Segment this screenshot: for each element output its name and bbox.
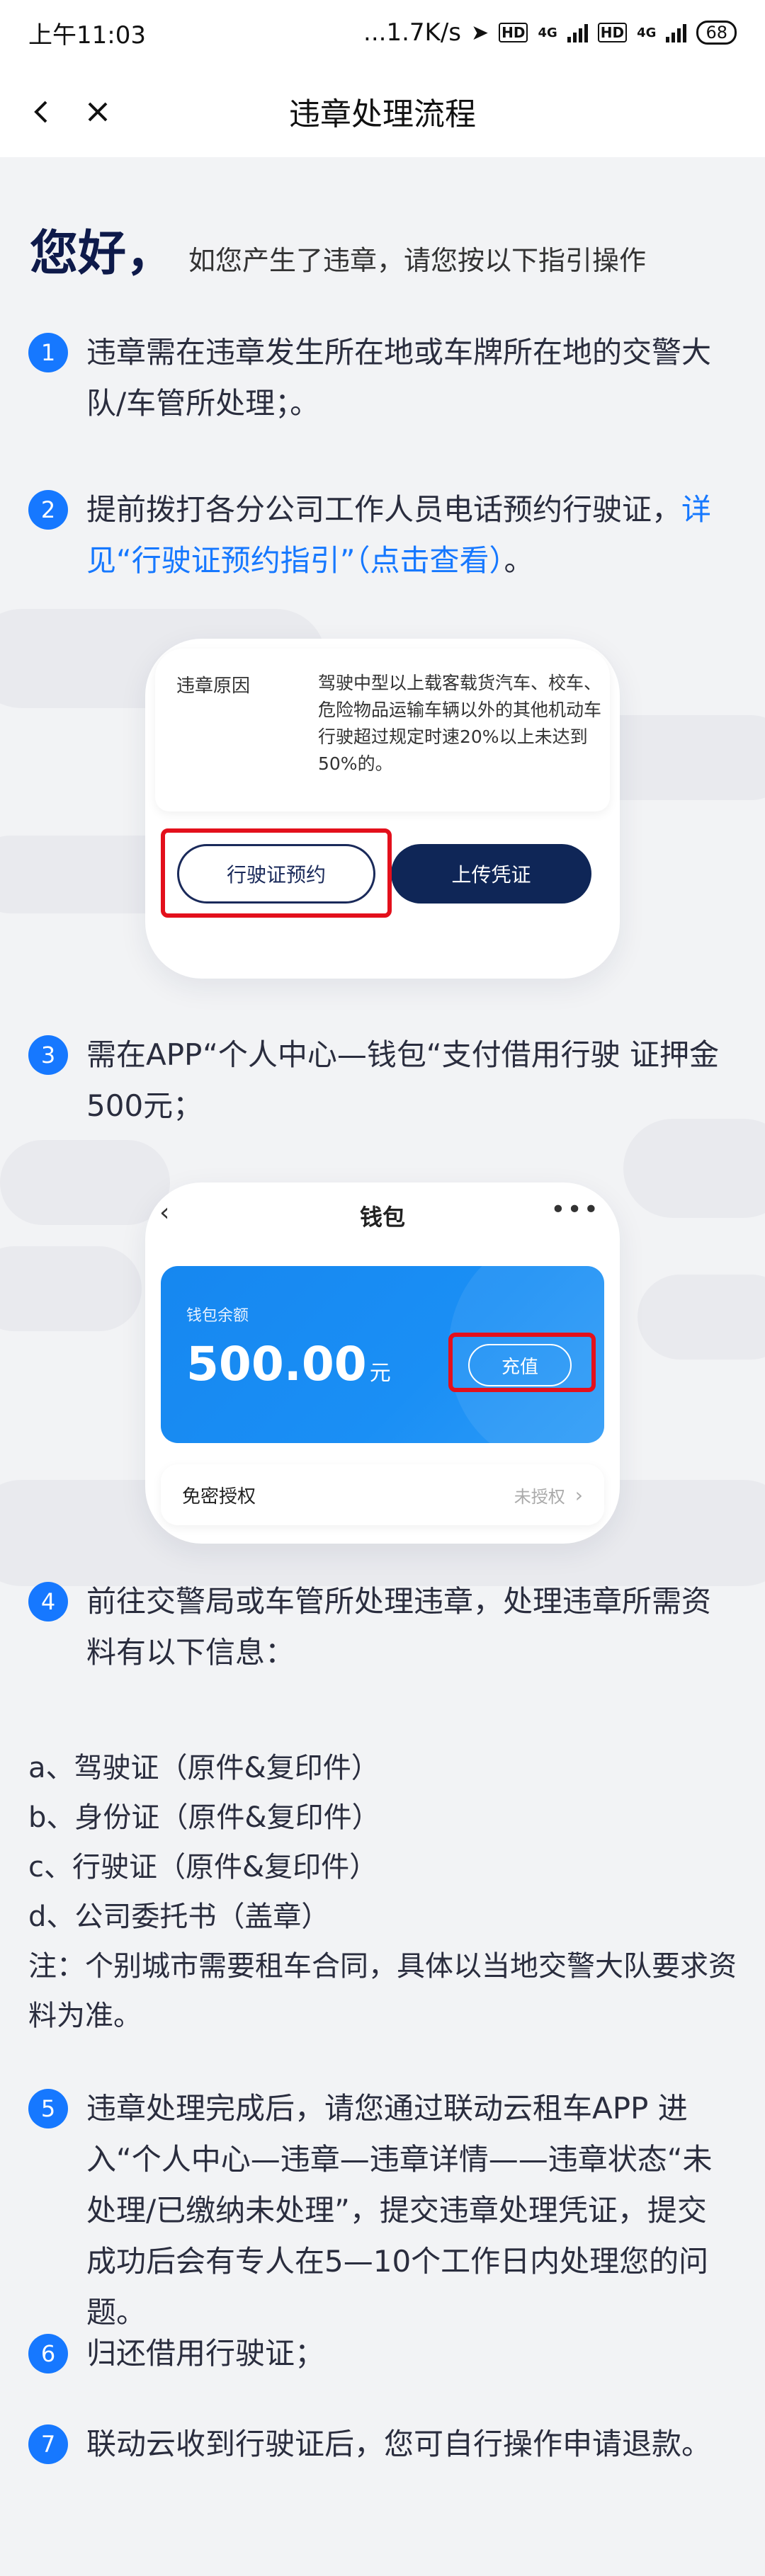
- back-icon[interactable]: [20, 91, 62, 133]
- step-number-badge: 5: [28, 2089, 68, 2128]
- signal-icon: [567, 23, 588, 42]
- hd-badge: HD: [499, 23, 528, 42]
- background-band: [0, 1140, 170, 1225]
- background-band: [623, 1119, 765, 1218]
- step-2-tail: 。: [504, 543, 534, 578]
- greeting: 您好， 如您产生了违章，请您按以下指引操作: [30, 214, 646, 284]
- step-number-badge: 3: [28, 1035, 68, 1075]
- step-number-badge: 6: [28, 2334, 68, 2373]
- background-band: [0, 1246, 142, 1331]
- step-5: 5 违章处理完成后，请您通过联动云租车APP 进入“个人中心—违章—违章详情——…: [28, 2083, 737, 2338]
- wallet-amount-unit: 元: [369, 1361, 391, 1386]
- step-number-badge: 1: [28, 333, 68, 372]
- step-text: 前往交警局或车管所处理违章，处理违章所需资料有以下信息：: [86, 1584, 712, 1670]
- step-number-badge: 7: [28, 2424, 68, 2464]
- more-icon: •••: [550, 1195, 600, 1224]
- password-free-auth-label: 免密授权: [182, 1486, 256, 1508]
- status-time: 上午11:03: [28, 21, 146, 50]
- password-free-auth-row[interactable]: 免密授权 未授权 ›: [161, 1464, 604, 1525]
- step-7: 7 联动云收到行驶证后，您可自行操作申请退款。: [28, 2419, 737, 2470]
- material-item: c、行驶证（原件&复印件）: [28, 1851, 378, 1883]
- chevron-right-icon: ›: [574, 1483, 583, 1507]
- wallet-title: 钱包: [359, 1204, 405, 1231]
- battery-icon: 68: [696, 21, 737, 45]
- close-icon[interactable]: [76, 91, 119, 133]
- step-2: 2 提前拨打各分公司工作人员电话预约行驶证，详见“行驶证预约指引”（点击查看）。: [28, 484, 737, 586]
- material-item: b、身份证（原件&复印件）: [28, 1801, 380, 1834]
- step-text: 违章处理完成后，请您通过联动云租车APP 进入“个人中心—违章—违章详情——违章…: [86, 2091, 713, 2330]
- material-item: d、公司委托书（盖章）: [28, 1900, 330, 1933]
- step-number-badge: 2: [28, 490, 68, 530]
- highlight-box: [161, 828, 392, 918]
- step-text: 联动云收到行驶证后，您可自行操作申请退款。: [86, 2427, 712, 2461]
- nav-bar: 违章处理流程: [0, 65, 765, 157]
- violation-info-panel: 违章原因 驾驶中型以上载客载货汽车、校车、危险物品运输车辆以外的其他机动车行驶超…: [155, 649, 610, 811]
- step-text: 需在APP“个人中心—钱包“支付借用行驶 证押金500元；: [86, 1037, 720, 1123]
- violation-reason-label: 违章原因: [176, 676, 251, 697]
- signal-icon-2: [666, 23, 687, 42]
- greeting-hello: 您好，: [30, 226, 175, 282]
- step-1: 1 违章需在违章发生所在地或车牌所在地的交警大队/车管所处理；。: [28, 327, 737, 429]
- signal-label: 4G: [538, 25, 557, 40]
- send-icon: ➤: [471, 20, 489, 45]
- status-bar: 上午11:03 ...1.7K/s ➤ HD 4G HD 4G 68: [0, 0, 765, 65]
- wallet-amount-value: 500.00: [186, 1337, 367, 1391]
- highlight-box: [448, 1333, 596, 1392]
- step-number-badge: 4: [28, 1582, 68, 1622]
- upload-proof-button[interactable]: 上传凭证: [391, 844, 591, 904]
- violation-card-illustration: 违章原因 驾驶中型以上载客载货汽车、校车、危险物品运输车辆以外的其他机动车行驶超…: [145, 639, 620, 979]
- greeting-intro: 如您产生了违章，请您按以下指引操作: [188, 245, 647, 276]
- step-4: 4 前往交警局或车管所处理违章，处理违章所需资料有以下信息：: [28, 1576, 737, 1678]
- step-text: 提前拨打各分公司工作人员电话预约行驶证，详见“行驶证预约指引”（点击查看）。: [86, 484, 731, 586]
- step-6: 6 归还借用行驶证；: [28, 2328, 737, 2379]
- wallet-balance-amount: 500.00 元: [186, 1337, 391, 1391]
- wallet-balance-label: 钱包余额: [186, 1307, 249, 1325]
- step-3: 3 需在APP“个人中心—钱包“支付借用行驶 证押金500元；: [28, 1030, 737, 1132]
- step-2-text: 提前拨打各分公司工作人员电话预约行驶证，: [86, 492, 682, 527]
- hd-badge-2: HD: [597, 23, 628, 42]
- net-speed: ...1.7K/s: [363, 18, 461, 47]
- background-band: [638, 1275, 765, 1360]
- material-item: a、驾驶证（原件&复印件）: [28, 1752, 380, 1784]
- wallet-card-illustration: ‹ 钱包 ••• 钱包余额 500.00 元 充值 免密授权 未授权 ›: [145, 1182, 620, 1544]
- status-indicators: ...1.7K/s ➤ HD 4G HD 4G 68: [363, 18, 737, 47]
- step-text: 违章需在违章发生所在地或车牌所在地的交警大队/车管所处理；。: [86, 335, 712, 421]
- material-note: 注：个别城市需要租车合同，具体以当地交警大队要求资料为准。: [28, 1950, 737, 2032]
- violation-reason-text: 驾驶中型以上载客载货汽车、校车、危险物品运输车辆以外的其他机动车行驶超过规定时速…: [318, 673, 602, 774]
- password-free-auth-status: 未授权: [514, 1486, 565, 1507]
- step-text: 归还借用行驶证；: [86, 2336, 325, 2371]
- signal-label-2: 4G: [637, 25, 657, 40]
